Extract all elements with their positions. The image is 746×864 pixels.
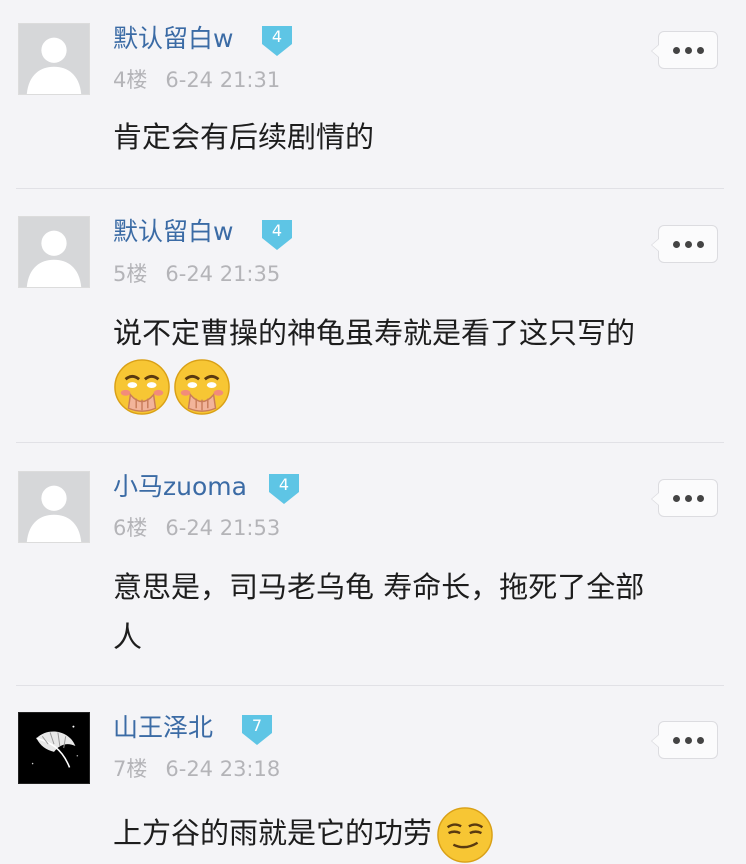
username[interactable]: 小马zuoma bbox=[113, 472, 247, 502]
post-divider bbox=[16, 188, 724, 189]
post-meta: 6楼 6-24 21:53 bbox=[113, 515, 280, 541]
comment-text: 意思是，司马老乌龟 寿命长，拖死了全部 bbox=[113, 570, 645, 604]
post-time: 6-24 23:18 bbox=[165, 757, 281, 781]
level-badge: 4 bbox=[259, 218, 295, 252]
level-badge: 4 bbox=[266, 472, 302, 506]
username[interactable]: 默认留白w bbox=[113, 217, 233, 247]
default-user-silhouette-icon bbox=[19, 24, 89, 94]
more-options-dots-icon bbox=[659, 226, 717, 262]
username[interactable]: 默认留白w bbox=[113, 24, 233, 54]
post-divider bbox=[16, 442, 724, 443]
level-number: 4 bbox=[271, 27, 283, 46]
user-avatar[interactable] bbox=[18, 23, 90, 95]
post-time: 6-24 21:35 bbox=[165, 262, 281, 286]
more-options-dots-icon bbox=[659, 722, 717, 758]
comment-text: 上方谷的雨就是它的功劳 bbox=[113, 816, 433, 850]
more-options-dots-icon bbox=[659, 480, 717, 516]
floor-number: 5楼 bbox=[113, 262, 148, 286]
more-options-button[interactable] bbox=[651, 31, 718, 69]
floor-number: 7楼 bbox=[113, 757, 148, 781]
emoji-row bbox=[113, 358, 231, 418]
level-badge: 7 bbox=[239, 713, 275, 747]
more-options-button[interactable] bbox=[651, 225, 718, 263]
user-avatar[interactable] bbox=[18, 471, 90, 543]
comment-text-row: 上方谷的雨就是它的功劳 bbox=[113, 806, 706, 864]
user-avatar[interactable] bbox=[18, 712, 90, 784]
more-options-button[interactable] bbox=[651, 721, 718, 759]
post-time: 6-24 21:31 bbox=[165, 68, 281, 92]
level-number: 4 bbox=[278, 475, 290, 494]
level-number: 4 bbox=[271, 221, 283, 240]
username[interactable]: 山王泽北 bbox=[113, 713, 213, 743]
more-options-button[interactable] bbox=[651, 479, 718, 517]
more-options-dots-icon bbox=[659, 32, 717, 68]
smirk-emoji bbox=[436, 806, 494, 864]
comment-text: 肯定会有后续剧情的 bbox=[113, 120, 375, 154]
post-meta: 4楼 6-24 21:31 bbox=[113, 67, 280, 93]
post-time: 6-24 21:53 bbox=[165, 516, 281, 540]
white-feather-icon bbox=[19, 713, 89, 783]
comment-text: 说不定曹操的神龟虽寿就是看了这只写的 bbox=[113, 316, 636, 350]
user-avatar[interactable] bbox=[18, 216, 90, 288]
level-badge: 4 bbox=[259, 24, 295, 58]
comment-text-continued: 人 bbox=[113, 620, 143, 654]
default-user-silhouette-icon bbox=[19, 217, 89, 287]
floor-number: 6楼 bbox=[113, 516, 148, 540]
post-divider bbox=[16, 685, 724, 686]
level-number: 7 bbox=[251, 716, 263, 735]
covering-mouth-laugh-emoji bbox=[113, 358, 171, 416]
post-meta: 5楼 6-24 21:35 bbox=[113, 261, 280, 287]
covering-mouth-laugh-emoji bbox=[173, 358, 231, 416]
default-user-silhouette-icon bbox=[19, 472, 89, 542]
post-meta: 7楼 6-24 23:18 bbox=[113, 756, 280, 782]
floor-number: 4楼 bbox=[113, 68, 148, 92]
